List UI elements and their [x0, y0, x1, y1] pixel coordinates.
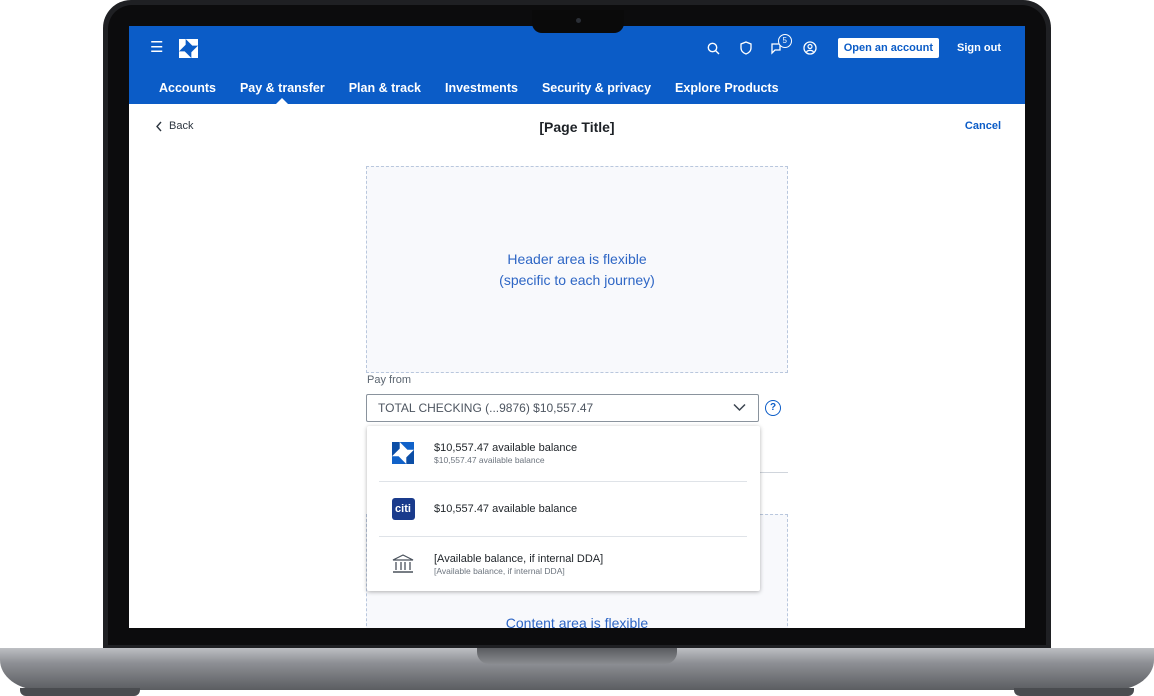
page-header: Back [Page Title] Cancel — [129, 104, 1025, 150]
messages-icon[interactable]: 5 — [770, 34, 792, 56]
laptop-foot — [20, 688, 140, 696]
sign-out-link[interactable]: Sign out — [957, 42, 1001, 54]
nav-item-explore-products[interactable]: Explore Products — [663, 80, 791, 104]
option-subtext: [Available balance, if internal DDA] — [434, 565, 565, 576]
bank-building-icon — [392, 554, 414, 573]
dropdown-option-citi[interactable]: citi $10,557.47 available balance — [379, 481, 747, 536]
option-subtext: $10,557.47 available balance — [434, 454, 545, 465]
app-screen: ☰ 5 Open an account Sign out Accounts Pa… — [129, 26, 1025, 628]
chase-logo-icon[interactable] — [179, 39, 198, 58]
laptop-base-notch — [477, 648, 677, 664]
nav-item-pay-transfer[interactable]: Pay & transfer — [228, 80, 337, 104]
pay-from-dropdown-menu: $10,557.47 available balance $10,557.47 … — [367, 426, 760, 591]
nav-item-security-privacy[interactable]: Security & privacy — [530, 80, 663, 104]
top-navigation-bar: ☰ 5 Open an account Sign out Accounts Pa… — [129, 26, 1025, 104]
search-icon[interactable] — [706, 40, 722, 56]
laptop-foot — [1014, 688, 1134, 696]
citi-logo-icon: citi — [391, 498, 415, 520]
hamburger-menu-icon[interactable]: ☰ — [150, 40, 163, 56]
dropdown-option-internal[interactable]: [Available balance, if internal DDA] [Av… — [379, 536, 747, 591]
header-area-line1: Header area is flexible — [507, 250, 647, 267]
content-area-text: Content area is flexible — [505, 615, 649, 628]
camera-icon — [576, 18, 581, 23]
notification-badge: 5 — [777, 34, 792, 48]
pay-from-selected-value: TOTAL CHECKING (...9876) $10,557.47 — [378, 401, 594, 415]
chevron-down-icon — [733, 403, 746, 412]
option-balance: $10,557.47 available balance — [434, 441, 578, 454]
profile-icon[interactable] — [802, 40, 818, 56]
header-area-line2: (specific to each journey) — [499, 271, 655, 288]
header-placeholder-area: Header area is flexible (specific to eac… — [366, 166, 788, 373]
nav-item-accounts[interactable]: Accounts — [147, 80, 228, 104]
option-balance: [Available balance, if internal DDA] — [434, 552, 604, 565]
divider — [759, 472, 788, 473]
header-actions: 5 Open an account Sign out — [706, 34, 1025, 59]
shield-icon[interactable] — [738, 40, 754, 56]
chase-logo-icon — [392, 442, 414, 464]
nav-item-plan-track[interactable]: Plan & track — [337, 80, 433, 104]
pay-from-select[interactable]: TOTAL CHECKING (...9876) $10,557.47 — [366, 394, 759, 422]
dropdown-option-chase[interactable]: $10,557.47 available balance $10,557.47 … — [379, 426, 747, 480]
nav-item-investments[interactable]: Investments — [433, 80, 530, 104]
cancel-link[interactable]: Cancel — [965, 120, 1001, 132]
pay-from-label: Pay from — [367, 374, 412, 386]
main-nav: Accounts Pay & transfer Plan & track Inv… — [147, 80, 791, 104]
option-balance: $10,557.47 available balance — [434, 503, 578, 515]
open-account-button[interactable]: Open an account — [837, 38, 939, 58]
page-title: [Page Title] — [539, 119, 615, 135]
help-icon[interactable]: ? — [765, 400, 781, 416]
